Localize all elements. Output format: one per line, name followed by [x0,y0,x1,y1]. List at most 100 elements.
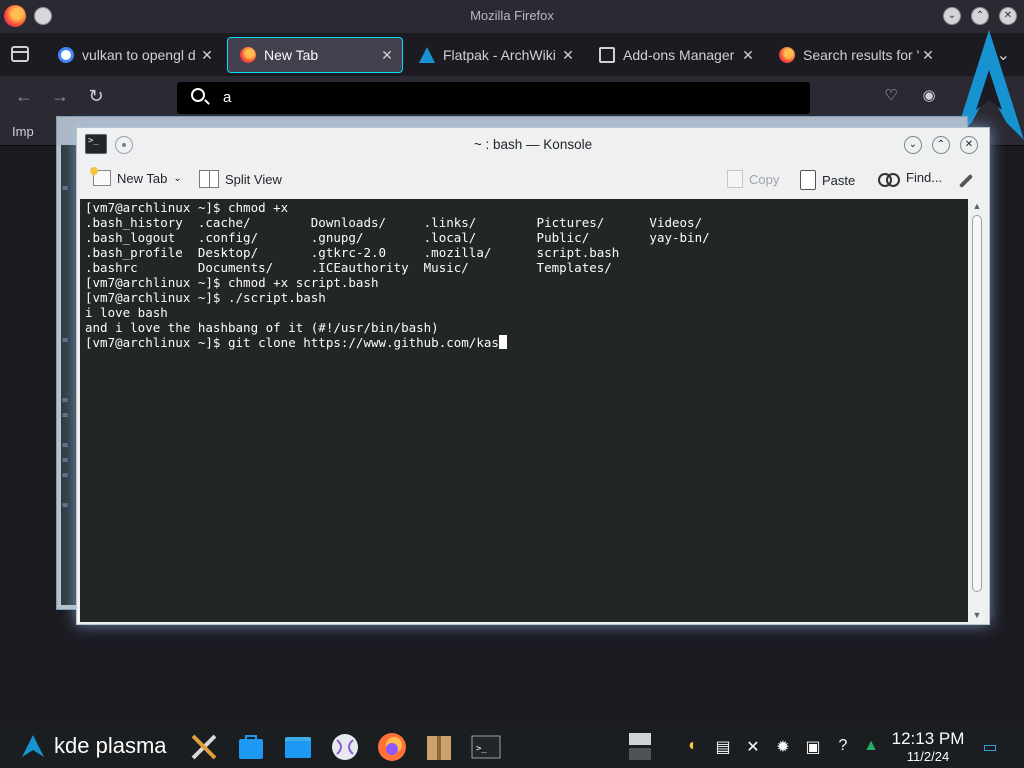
close-icon[interactable]: ✕ [739,47,757,64]
firefox-nav-bar: ← → ↻ a ♡ ◉ [0,76,1024,118]
account-icon[interactable]: ◉ [918,86,940,104]
split-view-button[interactable]: Split View [199,170,282,188]
archlinux-icon [22,735,44,757]
close-button[interactable]: ✕ [999,7,1017,25]
clock-date: 11/2/24 [906,749,950,764]
close-icon[interactable]: ✕ [198,47,216,64]
system-tools-icon[interactable] [187,730,221,764]
tab-label: New Tab [264,47,319,63]
firefox-titlebar: Mozilla Firefox ⌄ ⌃ ✕ [0,0,1024,33]
tab-search-results[interactable]: Search results for ' ✕ [767,37,943,73]
close-icon[interactable]: ✕ [559,47,577,64]
minimize-button[interactable]: ⌄ [943,7,961,25]
konsole-window[interactable]: ~ : bash — Konsole ⌄ ⌃ ✕ New Tab ⌄ Split… [76,127,990,625]
paste-button[interactable]: Paste [800,170,855,190]
terminal-scrollbar[interactable]: ▲ ▼ [968,199,986,622]
scroll-up-icon[interactable]: ▲ [968,201,986,211]
forward-icon[interactable]: → [49,86,71,107]
terminal-line: [vm7@archlinux ~]$ chmod +x [85,200,289,215]
back-icon[interactable]: ← [13,86,35,107]
terminal-line: and i love the hashbang of it (#!/usr/bi… [85,320,439,335]
archive-package-icon[interactable] [422,730,456,764]
night-color-icon[interactable]: ◐ [683,737,703,755]
paste-label: Paste [822,172,856,188]
brightness-icon[interactable]: ✹ [773,737,793,757]
konsole-toolbar: New Tab ⌄ Split View Copy Paste Find... [77,162,989,198]
scroll-down-icon[interactable]: ▼ [968,610,986,620]
volume-muted-icon[interactable]: ✕ [743,737,763,757]
clock[interactable]: 12:13 PM 11/2/24 [886,730,970,766]
terminal-line: .bash_profile Desktop/ .gtkrc-2.0 .mozil… [85,245,620,260]
terminal-text: [vm7@archlinux ~]$ chmod +x .bash_histor… [85,200,710,350]
konsole-task-icon[interactable]: >_ [469,730,503,764]
network-icon[interactable]: ▲ [861,737,881,755]
file-manager-icon[interactable] [281,730,315,764]
maximize-button[interactable]: ⌃ [971,7,989,25]
find-button[interactable]: Find... [878,170,943,187]
firefox-icon[interactable] [375,730,409,764]
terminal-line: .bash_history .cache/ Downloads/ .links/… [85,215,703,230]
clipboard-icon[interactable]: ▤ [713,737,733,757]
close-icon[interactable]: ✕ [919,47,937,64]
close-icon[interactable]: ✕ [378,47,396,64]
chevron-down-icon[interactable]: ⌄ [173,173,181,184]
reload-icon[interactable]: ↻ [85,86,107,107]
background-text-fragment: = [62,395,69,406]
tab-vulkan[interactable]: vulkan to opengl d ✕ [46,37,222,73]
list-all-tabs-icon[interactable] [11,46,29,62]
puzzle-icon [599,47,615,63]
import-bookmarks-link[interactable]: Imp [12,124,34,139]
firefox-tab-bar: vulkan to opengl d ✕ New Tab ✕ Flatpak -… [0,33,1024,76]
minimize-button[interactable]: ⌄ [904,136,922,154]
background-text-fragment: = [62,455,69,466]
background-text-fragment: = [62,500,69,511]
terminal-line: i love bash [85,305,168,320]
tab-flatpak-archwiki[interactable]: Flatpak - ArchWiki ✕ [407,37,583,73]
background-text-fragment: = [62,335,69,346]
background-text-fragment: = [62,410,69,421]
tab-addons-manager[interactable]: Add-ons Manager ✕ [587,37,763,73]
taskbar: kde plasma >_ ◐ ▤ ✕ ✹ ▣ ? ▲ 12:13 PM 11/… [0,726,1024,768]
new-tab-label: New Tab [117,170,168,186]
split-view-icon [199,170,219,188]
background-text-fragment: = [62,440,69,451]
new-tab-button[interactable]: New Tab ⌄ [90,167,182,186]
tab-new-tab[interactable]: New Tab ✕ [227,37,403,73]
firefox-window-title: Mozilla Firefox [470,8,554,23]
baseball-app-icon[interactable] [328,730,362,764]
scrollbar-thumb[interactable] [972,215,982,592]
firefox-icon [240,47,256,63]
url-bar[interactable]: a [177,82,810,114]
tab-label: Add-ons Manager [623,47,735,63]
search-icon [191,88,205,102]
copy-button[interactable]: Copy [727,170,779,188]
binoculars-icon [878,171,900,187]
clock-time: 12:13 PM [891,729,965,748]
discover-store-icon[interactable] [234,730,268,764]
tab-label: Search results for ' [803,47,919,63]
copy-icon [727,170,743,188]
settings-button[interactable] [955,170,981,190]
url-input[interactable]: a [223,89,231,106]
pocket-icon[interactable]: ♡ [880,86,902,104]
tab-label: vulkan to opengl d [82,47,196,63]
application-launcher[interactable]: kde plasma [22,733,167,759]
close-button[interactable]: ✕ [960,136,978,154]
help-icon[interactable]: ? [833,737,853,755]
konsole-titlebar[interactable]: ~ : bash — Konsole ⌄ ⌃ ✕ [77,128,989,162]
find-label: Find... [906,170,943,185]
show-desktop-icon[interactable]: ▭ [980,737,1000,757]
storage-icon[interactable]: ▣ [803,737,823,757]
pager-icon[interactable] [628,730,652,767]
launcher-label: kde plasma [54,733,167,758]
archlinux-icon [419,47,435,63]
terminal-output[interactable]: [vm7@archlinux ~]$ chmod +x .bash_histor… [80,199,970,622]
terminal-line: [vm7@archlinux ~]$ ./script.bash [85,290,326,305]
svg-text:>_: >_ [476,744,487,754]
paste-icon [800,170,816,190]
terminal-line: [vm7@archlinux ~]$ chmod +x script.bash [85,275,379,290]
wrench-icon [955,170,975,190]
maximize-button[interactable]: ⌃ [932,136,950,154]
terminal-line: .bash_logout .config/ .gnupg/ .local/ Pu… [85,230,710,245]
terminal-input-line[interactable]: [vm7@archlinux ~]$ git clone https://www… [85,335,499,350]
